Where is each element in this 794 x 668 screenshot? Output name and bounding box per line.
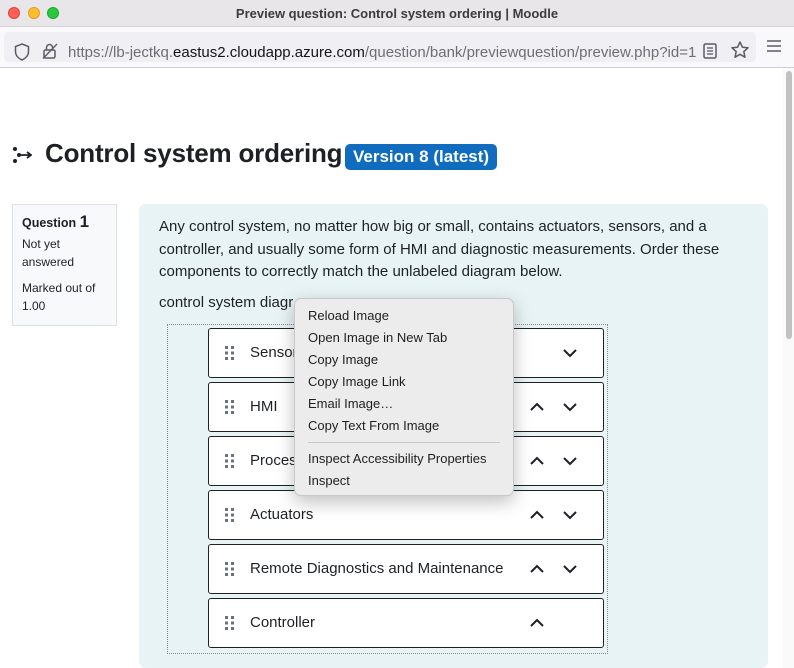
move-down-chevron-icon[interactable] — [562, 507, 578, 528]
version-badge: Version 8 (latest) — [345, 144, 498, 170]
item-label: HMI — [250, 398, 278, 415]
menu-separator — [308, 442, 500, 443]
reader-view-icon[interactable] — [703, 43, 717, 64]
question-number-value: 1 — [79, 212, 90, 231]
url-bar[interactable]: https://lb-jectkq.eastus2.cloudapp.azure… — [4, 32, 756, 62]
menu-item-email-image[interactable]: Email Image… — [295, 393, 513, 415]
drag-handle-icon[interactable] — [225, 400, 235, 419]
window-titlebar: Preview question: Control system orderin… — [0, 0, 794, 27]
item-label: Sensor — [250, 344, 298, 361]
url-prefix: https://lb-jectkq. — [68, 44, 174, 61]
image-context-menu: Reload Image Open Image in New Tab Copy … — [294, 298, 514, 496]
move-up-chevron-icon[interactable] — [529, 507, 545, 528]
url-path: /question/bank/previewquestion/preview.p… — [364, 44, 696, 61]
move-down-chevron-icon[interactable] — [562, 399, 578, 420]
lock-icon[interactable] — [41, 42, 59, 65]
shield-icon[interactable] — [14, 43, 30, 66]
drag-handle-icon[interactable] — [225, 562, 235, 581]
drag-handle-icon[interactable] — [225, 616, 235, 635]
drag-handle-icon[interactable] — [225, 346, 235, 365]
menu-item-open-image-new-tab[interactable]: Open Image in New Tab — [295, 327, 513, 349]
menu-item-reload-image[interactable]: Reload Image — [295, 305, 513, 327]
item-label: Actuators — [250, 506, 314, 523]
question-state: Not yet answered — [22, 237, 75, 269]
list-item[interactable]: Actuators — [208, 490, 604, 540]
list-item[interactable]: Controller — [208, 598, 604, 648]
menu-item-inspect[interactable]: Inspect — [295, 470, 513, 492]
bookmark-star-icon[interactable] — [730, 40, 750, 64]
item-label: Remote Diagnostics and Maintenance — [250, 560, 504, 577]
question-number: Question 1 — [22, 213, 107, 232]
move-up-chevron-icon[interactable] — [529, 399, 545, 420]
question-label: Question — [22, 216, 77, 230]
move-down-chevron-icon[interactable] — [562, 561, 578, 582]
move-up-chevron-icon[interactable] — [529, 561, 545, 582]
url-text[interactable]: https://lb-jectkq.eastus2.cloudapp.azure… — [68, 44, 696, 61]
url-domain: eastus2.cloudapp.azure.com — [173, 44, 365, 61]
drag-handle-icon[interactable] — [225, 454, 235, 473]
move-up-chevron-icon[interactable] — [529, 615, 545, 636]
browser-toolbar: https://lb-jectkq.eastus2.cloudapp.azure… — [0, 27, 794, 68]
page-title: Control system ordering — [45, 138, 343, 168]
window-title: Preview question: Control system orderin… — [235, 6, 559, 21]
hamburger-menu-icon[interactable] — [766, 39, 782, 58]
question-grade: Marked out of 1.00 — [22, 281, 96, 313]
drag-handle-icon[interactable] — [225, 508, 235, 527]
scrollbar-thumb[interactable] — [786, 71, 792, 339]
move-up-chevron-icon[interactable] — [529, 453, 545, 474]
item-label: Controller — [250, 614, 316, 631]
move-down-chevron-icon[interactable] — [562, 345, 578, 366]
menu-item-copy-image-link[interactable]: Copy Image Link — [295, 371, 513, 393]
menu-item-inspect-accessibility[interactable]: Inspect Accessibility Properties — [295, 448, 513, 470]
diagram-caption: control system diagr — [159, 294, 294, 311]
menu-item-copy-text-from-image[interactable]: Copy Text From Image — [295, 415, 513, 437]
item-label: Proces — [250, 452, 297, 469]
list-item[interactable]: Remote Diagnostics and Maintenance — [208, 544, 604, 594]
question-text: Any control system, no matter how big or… — [159, 218, 720, 280]
page-scrollbar[interactable] — [783, 68, 794, 668]
move-down-chevron-icon[interactable] — [562, 453, 578, 474]
question-info-box: Question 1 Not yet answered Marked out o… — [12, 204, 117, 326]
menu-item-copy-image[interactable]: Copy Image — [295, 349, 513, 371]
question-type-icon — [12, 146, 33, 169]
